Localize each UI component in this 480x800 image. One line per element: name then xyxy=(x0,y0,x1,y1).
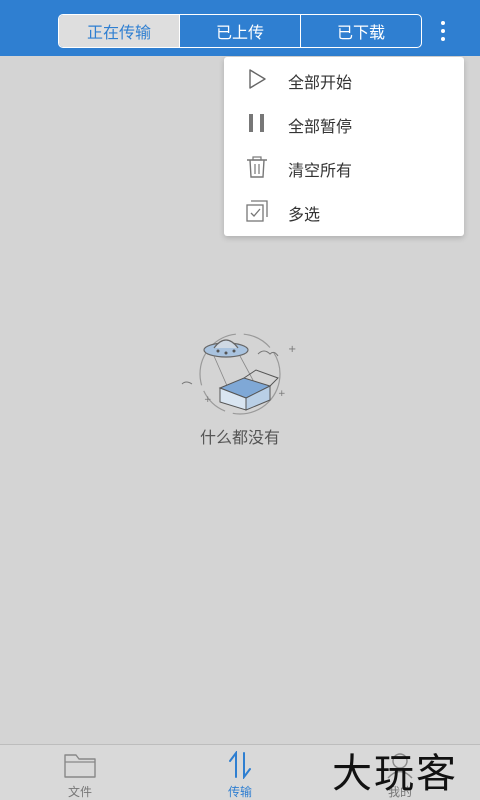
top-bar: 正在传输 已上传 已下载 xyxy=(0,0,480,56)
more-vertical-icon[interactable] xyxy=(430,14,456,48)
tab-files[interactable]: 文件 xyxy=(20,745,140,800)
tab-transferring[interactable]: 正在传输 xyxy=(59,15,179,47)
menu-item-multi-select[interactable]: 多选 xyxy=(224,189,464,233)
menu-item-start-all[interactable]: 全部开始 xyxy=(224,57,464,101)
tab-uploaded[interactable]: 已上传 xyxy=(179,15,300,47)
tab-label: 传输 xyxy=(227,785,252,799)
svg-text:+: + xyxy=(288,344,296,355)
menu-item-label: 多选 xyxy=(288,205,321,224)
folder-icon xyxy=(64,754,96,778)
menu-item-pause-all[interactable]: 全部暂停 xyxy=(224,101,464,145)
empty-state-message: 什么都没有 xyxy=(199,428,280,447)
play-icon xyxy=(249,69,266,89)
menu-item-label: 清空所有 xyxy=(288,161,353,180)
ufo-box-illustration: + + + xyxy=(181,333,296,415)
pause-icon xyxy=(249,114,264,132)
menu-item-clear-all[interactable]: 清空所有 xyxy=(224,145,464,189)
tab-label: 文件 xyxy=(67,785,92,799)
transfer-segmented-control: 正在传输 已上传 已下载 xyxy=(58,14,422,48)
multi-select-icon xyxy=(246,200,268,222)
menu-item-label: 全部开始 xyxy=(288,73,353,92)
tab-transfer[interactable]: 传输 xyxy=(180,745,300,800)
overflow-menu: 全部开始 全部暂停 清空所有 多选 xyxy=(224,57,464,236)
transfer-arrows-icon xyxy=(229,751,251,779)
tab-downloaded[interactable]: 已下载 xyxy=(300,15,421,47)
svg-text:+: + xyxy=(204,395,212,405)
menu-item-label: 全部暂停 xyxy=(288,117,353,136)
watermark: 大玩客 xyxy=(332,751,458,797)
svg-text:+: + xyxy=(278,389,286,399)
trash-icon xyxy=(247,156,267,178)
